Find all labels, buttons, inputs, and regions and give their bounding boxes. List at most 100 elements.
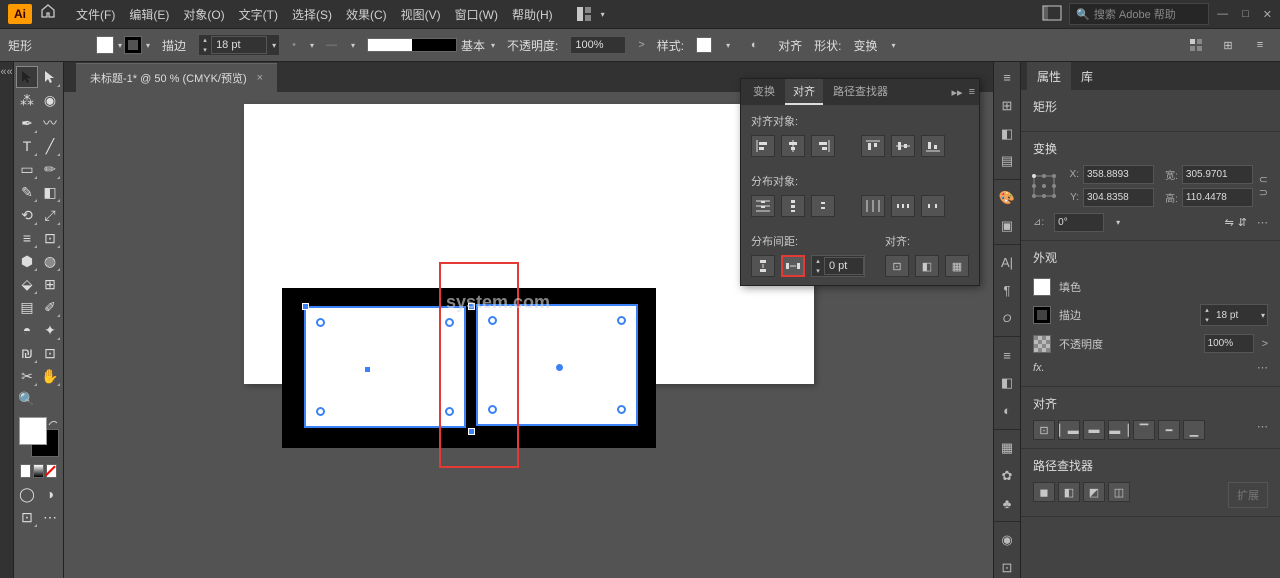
align-top-icon[interactable] [861,135,885,157]
align-to-key-object-icon[interactable]: ◧ [915,255,939,277]
dock-color-icon[interactable]: 🎨 [997,188,1017,208]
prop-align-right[interactable]: ▬▕ [1108,420,1130,440]
dock-align-icon[interactable]: ≡ [997,68,1017,88]
spacing-stepper[interactable]: ▴▾ [811,255,865,277]
pathfinder-unite[interactable]: ◼ [1033,482,1055,502]
spacing-input[interactable] [824,257,864,275]
menu-view[interactable]: 视图(V) [395,2,447,27]
opacity-swatch-prop[interactable] [1033,335,1051,353]
gradient-tool[interactable]: ▤ [16,296,38,318]
panel-menu-icon[interactable]: ≡ [969,86,975,99]
dock-glyph-icon[interactable]: O [997,309,1017,329]
prefs-icon[interactable]: ≡ [1248,33,1272,57]
shape-builder-tool[interactable]: ⬢ [16,250,38,272]
mesh-tool[interactable]: ⊞ [39,273,61,295]
edit-toolbar-icon[interactable]: ⋯ [39,506,61,528]
shape-menu[interactable]: 形状: [814,37,841,54]
color-mode-icon[interactable] [20,464,31,478]
rotate-tool[interactable]: ⟲ [16,204,38,226]
align-tab-transform[interactable]: 变换 [745,79,783,105]
dist-left-icon[interactable] [861,195,885,217]
screen-mode-icon[interactable]: ⊡ [16,506,38,528]
hand-tool[interactable]: ✋ [39,365,61,387]
dist-right-icon[interactable] [921,195,945,217]
type-tool[interactable]: T [16,135,38,157]
menu-type[interactable]: 文字(T) [233,2,284,27]
recolor-icon[interactable]: ◐ [742,33,766,57]
pen-tool[interactable]: ✒ [16,112,38,134]
dist-space-v-icon[interactable] [751,255,775,277]
line-tool[interactable]: ╱ [39,135,61,157]
maximize-icon[interactable]: □ [1242,8,1249,21]
stroke-weight-stepper[interactable]: ▴▾ ▾ [198,34,280,56]
dock-char-icon[interactable]: A| [997,253,1017,273]
stroke-swatch[interactable] [124,36,142,54]
doc-tab[interactable]: 未标题-1* @ 50 % (CMYK/预览) × [76,63,277,92]
reference-point-icon[interactable] [1033,175,1055,197]
dock-cc-icon[interactable]: ◉ [997,530,1017,550]
curvature-tool[interactable]: 〰 [39,112,61,134]
more-transform-icon[interactable]: ⋯ [1257,216,1268,229]
draw-normal-icon[interactable]: ◯ [16,483,38,505]
align-vcenter-icon[interactable] [891,135,915,157]
dock-swatches-icon[interactable]: ▣ [997,216,1017,236]
magic-wand-tool[interactable]: ⁂ [16,89,38,111]
close-icon[interactable]: ✕ [1263,8,1272,21]
zoom-tool[interactable]: 🔍 [16,388,38,410]
collapse-strip[interactable]: «« [0,62,14,578]
y-input[interactable] [1083,188,1154,207]
gradient-mode-icon[interactable] [33,464,44,478]
width-tool[interactable]: ≡ [16,227,38,249]
menu-window[interactable]: 窗口(W) [449,2,504,27]
draw-behind-icon[interactable]: ◑ [39,483,61,505]
align-left-icon[interactable] [751,135,775,157]
dock-guides-icon[interactable]: ⊞ [997,96,1017,116]
fx-button[interactable]: fx. [1033,362,1045,374]
flip-h-icon[interactable]: ⇋ [1225,216,1234,229]
dock-para-icon[interactable]: ¶ [997,281,1017,301]
menu-select[interactable]: 选择(S) [286,2,338,27]
dist-top-icon[interactable] [751,195,775,217]
menu-object[interactable]: 对象(O) [177,2,230,27]
w-input[interactable] [1182,165,1253,184]
isolate-icon[interactable] [1184,33,1208,57]
prop-align-top[interactable]: ▔ [1133,420,1155,440]
home-icon[interactable] [40,3,62,25]
prop-align-hc[interactable]: ▬ [1083,420,1105,440]
stroke-stepper-prop[interactable]: ▴▾▾ [1200,304,1268,326]
h-input[interactable] [1182,188,1253,207]
tab-close-icon[interactable]: × [257,72,263,84]
prop-align-bottom[interactable]: ▁ [1183,420,1205,440]
more-align-icon[interactable]: ⋯ [1257,420,1268,440]
dock-grad-icon[interactable]: ◧ [997,373,1017,393]
paintbrush-tool[interactable]: ✏ [39,158,61,180]
selection-tool[interactable] [16,66,38,88]
align-right-icon[interactable] [811,135,835,157]
align-to-selection-icon[interactable]: ⊡ [885,255,909,277]
blend-tool[interactable]: ◓ [16,319,38,341]
align-hcenter-icon[interactable] [781,135,805,157]
pathfinder-minus[interactable]: ◧ [1058,482,1080,502]
dist-hcenter-icon[interactable] [891,195,915,217]
eyedropper-tool[interactable]: ✐ [39,296,61,318]
fill-swatch[interactable] [96,36,114,54]
arrange-docs-icon[interactable]: ▾ [577,7,605,21]
minimize-icon[interactable]: — [1217,8,1228,21]
menu-file[interactable]: 文件(F) [70,2,121,27]
pathfinder-intersect[interactable]: ◩ [1083,482,1105,502]
angle-input[interactable] [1054,213,1104,232]
dock-appear-icon[interactable]: ▦ [997,438,1017,458]
dock-asset-icon[interactable]: ⊡ [997,558,1017,578]
opacity-input-prop[interactable] [1204,334,1254,353]
help-search[interactable]: 🔍 搜索 Adobe 帮助 [1069,3,1209,25]
prop-align-vc[interactable]: ━ [1158,420,1180,440]
dock-layers-icon[interactable]: ▤ [997,151,1017,171]
fill-swatch-prop[interactable] [1033,278,1051,296]
menu-help[interactable]: 帮助(H) [506,2,559,27]
dist-space-h-icon[interactable] [781,255,805,277]
shaper-tool[interactable]: ✎ [16,181,38,203]
props-tab-properties[interactable]: 属性 [1027,62,1071,91]
menu-edit[interactable]: 编辑(E) [123,2,175,27]
opacity-input[interactable] [570,36,626,54]
eraser-tool[interactable]: ◧ [39,181,61,203]
